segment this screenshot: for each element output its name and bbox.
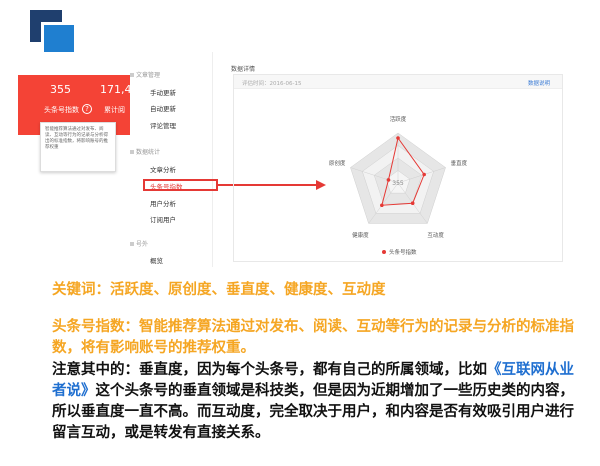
tooltip: 智能推荐算法通过对发布、阅读、互动等行为的记录与分析得出的标准指数，将影响账号的… [40,122,116,172]
data-panel: 评估时间：2016-06-15 数据说明 活跃度垂直度互动度 健康度 原创度 355 头… [233,74,563,262]
sidebar-item-comments[interactable]: 评论管理 [150,120,176,130]
radar-axis-label: 原创度 [329,159,346,167]
sidebar: 文章管理 手动更新 自动更新 评论管理 数据统计 文章分析 头条号指数 用户分析… [128,52,218,267]
evaluation-time: 评估时间：2016-06-15 [242,81,302,87]
legend-label: 头条号指数 [389,248,417,256]
radar-axis-label: 垂直度 [451,159,468,167]
sidebar-item-article-analysis[interactable]: 文章分析 [150,164,176,174]
note-part1: 注意其中的：垂直度，因为每个头条号，都有自己的所属领域，比如 [52,362,487,378]
extra-group-icon [130,242,134,246]
sidebar-item-manual-update[interactable]: 手动更新 [150,87,176,97]
read-count-label: 累计阅 [104,106,125,114]
sidebar-group-extra: 号外 [136,241,149,248]
sidebar-group-article: 文章管理 [136,72,161,79]
legend-marker [382,250,386,254]
article-group-icon [130,73,134,77]
read-count-value: 171,4 [100,83,132,96]
radar-center-label: 355 [392,180,404,187]
sidebar-item-user-analysis[interactable]: 用户分析 [150,198,176,208]
data-info-link[interactable]: 数据说明 [528,79,550,87]
radar-point [410,201,415,206]
index-label: 头条号指数 [44,106,79,114]
note-part2: 这个头条号的垂直领域是科技类，但是因为近期增加了一些历史类的内容，所以垂直度一直… [52,383,574,441]
radar-axis-label: 活跃度 [390,115,407,123]
index-value: 355 [50,83,71,96]
highlight-box [143,179,218,191]
radar-axis-label: 健康度 [352,231,369,239]
sidebar-item-subscribers[interactable]: 订阅用户 [150,214,176,224]
radar-point [380,203,384,208]
definition-text: 头条号指数：智能推荐算法通过对发布、阅读、互动等行为的记录与分析的标准指数，将有… [52,319,574,356]
panel-title: 数据详情 [231,66,256,73]
help-icon[interactable]: ? [82,104,92,114]
radar-point [396,136,400,140]
radar-point [386,178,391,182]
keywords-text: 关键词：活跃度、原创度、垂直度、健康度、互动度 [52,282,386,298]
note-text: 注意其中的：垂直度，因为每个头条号，都有自己的所属领域，比如《互联网从业者说》这… [52,360,582,444]
sidebar-group-stats: 数据统计 [136,149,161,156]
radar-point [422,172,426,177]
panel-header: 评估时间：2016-06-15 数据说明 [234,75,562,89]
logo-square-front [41,22,74,55]
radar-chart: 活跃度垂直度互动度 健康度 原创度 355 头条号指数 [329,115,468,256]
radar-axis-label: 互动度 [427,231,444,239]
sidebar-item-auto-update[interactable]: 自动更新 [150,103,176,113]
stats-group-icon [130,150,134,154]
screenshot-panel: 355 171,4 头条号指数 ? 累计阅 智能推荐算法通过对发布、阅读、互动等… [18,52,573,267]
sidebar-item-overview[interactable]: 概览 [150,255,163,265]
